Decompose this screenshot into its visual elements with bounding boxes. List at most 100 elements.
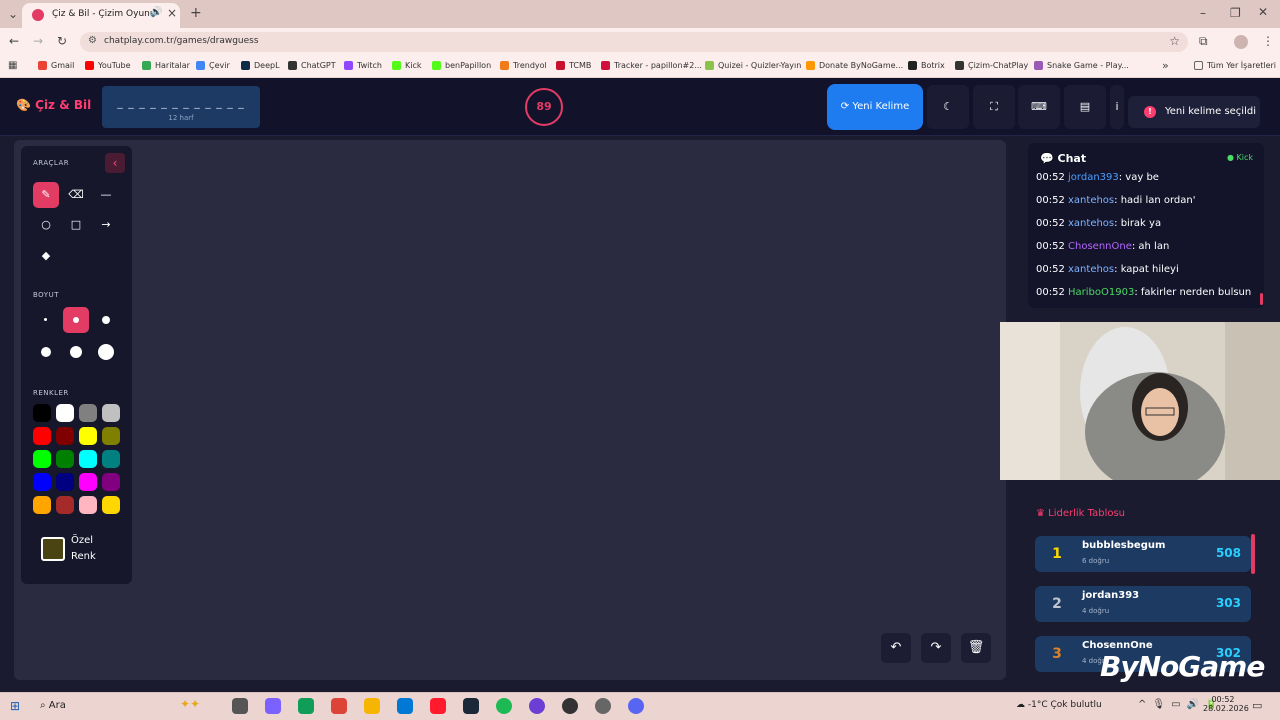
size-option[interactable] (63, 307, 89, 333)
eraser-tool[interactable]: ⌫ (63, 182, 89, 208)
all-bookmarks[interactable]: Tüm Yer İşaretleri (1194, 61, 1276, 70)
bookmark-item[interactable]: Twitch (344, 61, 382, 70)
bookmark-item[interactable]: YouTube (85, 61, 131, 70)
weather-widget[interactable]: ☁ -1°C Çok bulutlu (1016, 700, 1102, 710)
tab-close-icon[interactable]: × (167, 6, 177, 20)
circle-tool[interactable]: ○ (33, 212, 59, 238)
bookmark-item[interactable]: Haritalar (142, 61, 190, 70)
taskbar-search[interactable]: ⌕ Ara (40, 700, 66, 711)
color-swatch[interactable] (102, 473, 120, 491)
brush-tool[interactable]: ✎ (33, 182, 59, 208)
browser-tab[interactable]: Çiz & Bil - Çizim Oyunu 🔊 × (22, 3, 180, 28)
more-bookmarks-icon[interactable]: » (1162, 59, 1169, 72)
settings-icon[interactable] (595, 698, 611, 714)
chrome-icon[interactable] (331, 698, 347, 714)
rectangle-tool[interactable]: □ (63, 212, 89, 238)
reload-icon[interactable]: ↻ (57, 34, 67, 48)
size-option[interactable] (63, 339, 89, 365)
bookmark-item[interactable]: Botrix (908, 61, 945, 70)
size-option[interactable] (33, 339, 59, 365)
notification-icon[interactable]: ▭ (1252, 699, 1262, 712)
color-swatch[interactable] (33, 404, 51, 422)
color-swatch[interactable] (33, 450, 51, 468)
menu-icon[interactable]: ⋮ (1262, 34, 1274, 48)
address-bar[interactable]: ⚙ chatplay.com.tr/games/drawguess ☆ (80, 32, 1188, 52)
bookmark-item[interactable]: Kick (392, 61, 422, 70)
profile-avatar[interactable] (1234, 35, 1248, 49)
line-tool[interactable]: — (93, 182, 119, 208)
info-button[interactable]: i (1110, 85, 1124, 129)
file-explorer-icon[interactable] (364, 698, 380, 714)
copilot-app-icon[interactable] (265, 698, 281, 714)
drawing-canvas[interactable] (14, 140, 1006, 680)
bookmark-item[interactable]: Trendyol (500, 61, 547, 70)
clock[interactable]: 00:52 28.02.2026 (1203, 695, 1249, 713)
fullscreen-button[interactable]: ⛶ (973, 85, 1015, 129)
size-option[interactable] (93, 339, 119, 365)
new-tab-icon[interactable]: + (190, 5, 202, 21)
task-view-icon[interactable] (232, 698, 248, 714)
tab-list-icon[interactable]: ⌄ (8, 7, 18, 21)
color-swatch[interactable] (102, 450, 120, 468)
store-icon[interactable] (397, 698, 413, 714)
color-swatch[interactable] (56, 496, 74, 514)
window-close-icon[interactable]: ✕ (1258, 5, 1268, 19)
custom-color-swatch[interactable] (41, 537, 65, 561)
bookmark-item[interactable]: Snake Game - Play... (1034, 61, 1129, 70)
discord-icon[interactable] (628, 698, 644, 714)
archive-button[interactable]: ▤ (1064, 85, 1106, 129)
extensions-icon[interactable]: ⧉ (1199, 34, 1208, 49)
leaderboard-scrollbar[interactable] (1251, 534, 1255, 574)
obs-icon[interactable] (562, 698, 578, 714)
bookmark-item[interactable]: Çevir (196, 61, 230, 70)
new-word-button[interactable]: ⟳ Yeni Kelime (827, 84, 923, 130)
color-swatch[interactable] (33, 427, 51, 445)
copilot-sparkle-icon[interactable]: ✦✦ (180, 697, 200, 711)
bookmark-star-icon[interactable]: ☆ (1169, 34, 1180, 48)
opera-icon[interactable] (430, 698, 446, 714)
bookmark-item[interactable]: benPapillon (432, 61, 491, 70)
color-swatch[interactable] (102, 427, 120, 445)
back-icon[interactable]: ← (9, 34, 19, 48)
color-swatch[interactable] (56, 473, 74, 491)
size-option[interactable] (33, 307, 59, 333)
color-swatch[interactable] (102, 496, 120, 514)
bookmark-item[interactable]: Gmail (38, 61, 74, 70)
tab-audio-icon[interactable]: 🔊 (150, 7, 162, 18)
bookmark-item[interactable]: Tracker - papillon#2... (601, 61, 702, 70)
color-swatch[interactable] (79, 404, 97, 422)
color-swatch[interactable] (56, 450, 74, 468)
size-option[interactable] (93, 307, 119, 333)
color-swatch[interactable] (56, 404, 74, 422)
apps-icon[interactable]: ▦ (8, 60, 17, 71)
site-info-icon[interactable]: ⚙ (88, 35, 97, 46)
color-swatch[interactable] (79, 427, 97, 445)
steam-icon[interactable] (463, 698, 479, 714)
color-swatch[interactable] (79, 450, 97, 468)
color-swatch[interactable] (33, 473, 51, 491)
collapse-tools-button[interactable]: ‹ (105, 153, 125, 173)
arrow-tool[interactable]: → (93, 212, 119, 238)
bookmark-item[interactable]: Çizim-ChatPlay (955, 61, 1028, 70)
bookmark-item[interactable]: ChatGPT (288, 61, 336, 70)
restore-icon[interactable]: ❐ (1230, 6, 1241, 20)
bookmark-item[interactable]: TCMB (556, 61, 591, 70)
minimize-icon[interactable]: – (1200, 6, 1206, 20)
theme-toggle-button[interactable]: ☾ (927, 85, 969, 129)
undo-button[interactable]: ↶ (881, 633, 911, 663)
chat-scrollbar[interactable] (1260, 293, 1263, 305)
clear-button[interactable]: 🗑 (961, 633, 991, 663)
windows-start-icon[interactable]: ⊞ (10, 699, 20, 713)
fill-tool[interactable]: ◆ (33, 243, 59, 269)
color-swatch[interactable] (33, 496, 51, 514)
color-swatch[interactable] (56, 427, 74, 445)
bookmark-item[interactable]: Donate ByNoGame... (806, 61, 903, 70)
color-swatch[interactable] (79, 496, 97, 514)
color-swatch[interactable] (79, 473, 97, 491)
forward-icon[interactable]: → (33, 34, 43, 48)
edge-icon[interactable] (298, 698, 314, 714)
redo-button[interactable]: ↷ (921, 633, 951, 663)
app-icon[interactable] (529, 698, 545, 714)
bookmark-item[interactable]: DeepL (241, 61, 280, 70)
bookmark-item[interactable]: Quizei - Quizler-Yayın (705, 61, 801, 70)
